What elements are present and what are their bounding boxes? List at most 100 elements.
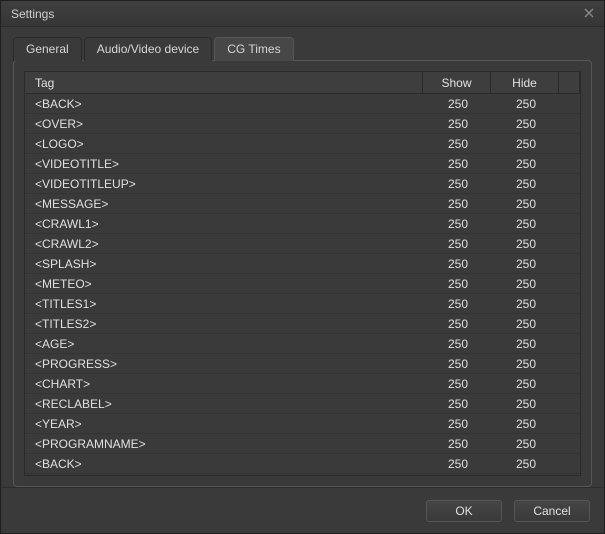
cell-show[interactable]: 250 xyxy=(424,94,492,113)
cell-tag[interactable]: <PROGRAMNAME> xyxy=(25,434,424,453)
cell-show[interactable]: 250 xyxy=(424,294,492,313)
cell-gap xyxy=(560,434,580,453)
cell-hide[interactable]: 250 xyxy=(492,214,560,233)
cell-show[interactable]: 250 xyxy=(424,214,492,233)
close-icon xyxy=(584,7,594,21)
column-header-hide[interactable]: Hide xyxy=(491,72,559,93)
table-row[interactable]: <CHART>250250 xyxy=(25,374,580,394)
cell-hide[interactable]: 250 xyxy=(492,254,560,273)
tab-cg-times[interactable]: CG Times xyxy=(214,37,293,61)
cell-show[interactable]: 250 xyxy=(424,434,492,453)
table-row[interactable]: <AGE>250250 xyxy=(25,334,580,354)
cell-hide[interactable]: 250 xyxy=(492,174,560,193)
cell-gap xyxy=(560,354,580,373)
table-row[interactable]: <PROGRESS>250250 xyxy=(25,354,580,374)
cell-hide[interactable]: 250 xyxy=(492,274,560,293)
cell-tag[interactable]: <CRAWL2> xyxy=(25,234,424,253)
column-header-show[interactable]: Show xyxy=(423,72,491,93)
cell-gap xyxy=(560,454,580,473)
table-row[interactable]: <LOGO>250250 xyxy=(25,134,580,154)
cell-gap xyxy=(560,334,580,353)
tab-audio-video-device[interactable]: Audio/Video device xyxy=(84,37,213,61)
table-row[interactable]: <TITLES1>250250 xyxy=(25,294,580,314)
cell-tag[interactable]: <TITLES1> xyxy=(25,294,424,313)
cell-gap xyxy=(560,394,580,413)
cell-hide[interactable]: 250 xyxy=(492,94,560,113)
table-row[interactable]: <SPLASH>250250 xyxy=(25,254,580,274)
cell-show[interactable]: 250 xyxy=(424,254,492,273)
cell-hide[interactable]: 250 xyxy=(492,314,560,333)
cell-show[interactable]: 250 xyxy=(424,274,492,293)
cell-show[interactable]: 250 xyxy=(424,334,492,353)
column-header-tag[interactable]: Tag xyxy=(25,72,423,93)
cancel-button[interactable]: Cancel xyxy=(514,500,590,522)
cell-tag[interactable]: <VIDEOTITLE> xyxy=(25,154,424,173)
cell-show[interactable]: 250 xyxy=(424,194,492,213)
cell-show[interactable]: 250 xyxy=(424,154,492,173)
cell-hide[interactable]: 250 xyxy=(492,414,560,433)
cell-tag[interactable]: <CRAWL1> xyxy=(25,214,424,233)
cell-tag[interactable]: <YEAR> xyxy=(25,414,424,433)
table-row[interactable]: <OVER>250250 xyxy=(25,114,580,134)
cell-gap xyxy=(560,214,580,233)
table-row[interactable]: <VIDEOTITLEUP>250250 xyxy=(25,174,580,194)
table-row[interactable]: <METEO>250250 xyxy=(25,274,580,294)
table-row[interactable]: <CRAWL1>250250 xyxy=(25,214,580,234)
table-row[interactable]: <TITLES2>250250 xyxy=(25,314,580,334)
cell-show[interactable]: 250 xyxy=(424,374,492,393)
cell-tag[interactable]: <RECLABEL> xyxy=(25,394,424,413)
cell-show[interactable]: 250 xyxy=(424,454,492,473)
cell-tag[interactable]: <MESSAGE> xyxy=(25,194,424,213)
cell-hide[interactable]: 250 xyxy=(492,354,560,373)
cell-hide[interactable]: 250 xyxy=(492,234,560,253)
cell-tag[interactable]: <BACK> xyxy=(25,454,424,473)
cell-show[interactable]: 250 xyxy=(424,394,492,413)
cell-tag[interactable]: <METEO> xyxy=(25,274,424,293)
table-row[interactable]: <RECLABEL>250250 xyxy=(25,394,580,414)
grid-body[interactable]: <BACK>250250<OVER>250250<LOGO>250250<VID… xyxy=(25,94,580,475)
cell-hide[interactable]: 250 xyxy=(492,134,560,153)
cell-gap xyxy=(560,314,580,333)
table-row[interactable]: <VIDEOTITLE>250250 xyxy=(25,154,580,174)
cell-hide[interactable]: 250 xyxy=(492,394,560,413)
cell-show[interactable]: 250 xyxy=(424,354,492,373)
cell-show[interactable]: 250 xyxy=(424,314,492,333)
cell-hide[interactable]: 250 xyxy=(492,374,560,393)
settings-window: Settings General Audio/Video device CG T… xyxy=(0,0,605,534)
cell-show[interactable]: 250 xyxy=(424,114,492,133)
cell-hide[interactable]: 250 xyxy=(492,114,560,133)
cell-hide[interactable]: 250 xyxy=(492,434,560,453)
cell-hide[interactable]: 250 xyxy=(492,154,560,173)
cell-tag[interactable]: <VIDEOTITLEUP> xyxy=(25,174,424,193)
ok-button[interactable]: OK xyxy=(426,500,502,522)
table-row[interactable]: <BACK>250250 xyxy=(25,94,580,114)
cell-hide[interactable]: 250 xyxy=(492,294,560,313)
table-row[interactable]: <PROGRAMNAME>250250 xyxy=(25,434,580,454)
cell-tag[interactable]: <TITLES2> xyxy=(25,314,424,333)
close-button[interactable] xyxy=(580,6,598,22)
cell-tag[interactable]: <OVER> xyxy=(25,114,424,133)
cell-tag[interactable]: <SPLASH> xyxy=(25,254,424,273)
cell-show[interactable]: 250 xyxy=(424,174,492,193)
cell-tag[interactable]: <LOGO> xyxy=(25,134,424,153)
table-row[interactable]: <YEAR>250250 xyxy=(25,414,580,434)
cell-show[interactable]: 250 xyxy=(424,234,492,253)
cell-hide[interactable]: 250 xyxy=(492,194,560,213)
table-row[interactable]: <BACK>250250 xyxy=(25,454,580,474)
cell-tag[interactable]: <CHART> xyxy=(25,374,424,393)
cell-show[interactable]: 250 xyxy=(424,414,492,433)
cell-gap xyxy=(560,114,580,133)
cell-hide[interactable]: 250 xyxy=(492,334,560,353)
tab-general[interactable]: General xyxy=(13,37,82,61)
cell-tag[interactable]: <BACK> xyxy=(25,94,424,113)
cell-hide[interactable]: 250 xyxy=(492,454,560,473)
cell-gap xyxy=(560,274,580,293)
cell-gap xyxy=(560,174,580,193)
cell-tag[interactable]: <PROGRESS> xyxy=(25,354,424,373)
table-row[interactable]: <MESSAGE>250250 xyxy=(25,194,580,214)
table-row[interactable]: <CRAWL2>250250 xyxy=(25,234,580,254)
cell-tag[interactable]: <AGE> xyxy=(25,334,424,353)
cg-times-grid: Tag Show Hide <BACK>250250<OVER>250250<L… xyxy=(24,71,581,476)
window-title: Settings xyxy=(11,7,54,21)
cell-show[interactable]: 250 xyxy=(424,134,492,153)
